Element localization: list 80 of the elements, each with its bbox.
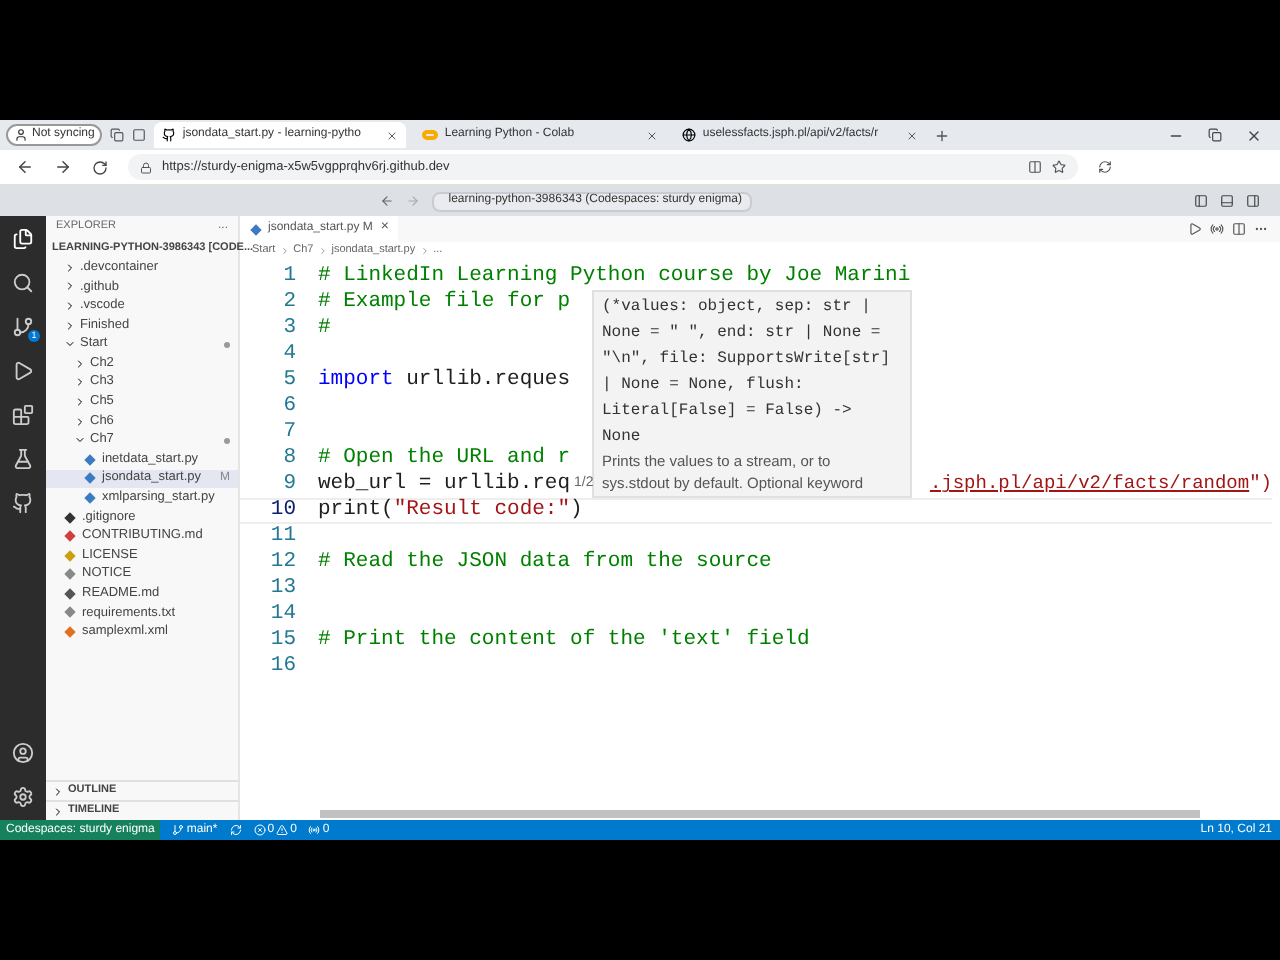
new-tab-icon[interactable] <box>934 127 951 143</box>
signature-text: None = " ", end: str | None = <box>602 322 883 346</box>
code-text: "Result code:" <box>393 495 571 526</box>
line-number: 11 <box>268 521 298 552</box>
code-text: # <box>318 313 331 344</box>
code-text: # Read the JSON data from the source <box>318 547 772 578</box>
line-number: 12 <box>268 547 298 578</box>
close-icon[interactable] <box>1246 127 1262 143</box>
panel-toggle-icon[interactable] <box>1220 194 1234 208</box>
code-text: urllib.reques <box>404 365 571 396</box>
files-icon[interactable] <box>12 228 34 250</box>
collections-icon[interactable] <box>110 128 125 142</box>
back-icon[interactable] <box>380 194 394 208</box>
code-text: import <box>318 365 394 396</box>
more-icon[interactable] <box>1254 222 1268 236</box>
line-number: 3 <box>281 313 298 344</box>
chevron-right-icon <box>279 246 290 256</box>
line-number: 15 <box>268 625 298 656</box>
error-icon <box>253 824 266 836</box>
line-number: 4 <box>281 339 298 370</box>
close-icon[interactable] <box>906 129 919 141</box>
branch-icon <box>172 824 185 836</box>
back-icon[interactable] <box>16 158 34 176</box>
close-icon[interactable] <box>386 129 399 141</box>
forward-icon[interactable] <box>54 158 72 176</box>
flask-icon[interactable] <box>12 448 34 470</box>
warning-icon <box>276 824 289 836</box>
globe-icon <box>682 128 697 142</box>
account-icon[interactable] <box>12 742 34 764</box>
line-number: 7 <box>281 417 298 448</box>
sync-icon[interactable] <box>229 824 242 836</box>
signature-text: (*values: object, sep: str | <box>602 296 873 320</box>
diamond-file-icon <box>64 511 78 524</box>
line-number: 10 <box>268 495 298 526</box>
signature-text: "\n", file: SupportsWrite[str] <box>602 348 893 372</box>
line-number: 2 <box>281 287 298 318</box>
tab-actions-icon[interactable] <box>132 128 147 142</box>
code-text: print( <box>318 495 394 526</box>
line-number: 1 <box>281 261 298 292</box>
signature-text: | None = None, flush: <box>602 374 806 398</box>
code-text: # Example file for p <box>318 287 571 318</box>
line-number: 14 <box>268 599 298 630</box>
line-number: 16 <box>268 651 298 682</box>
code-text: web_url = urllib.req <box>318 469 571 498</box>
sidebar-toggle-icon[interactable] <box>1194 194 1208 208</box>
antenna-icon <box>308 824 321 836</box>
favorite-icon[interactable] <box>1052 160 1066 174</box>
branch-icon[interactable] <box>12 316 34 338</box>
line-number: 5 <box>281 365 298 396</box>
line-number: 6 <box>281 391 298 422</box>
code-text: .jsph.pl/api/v2/facts/random <box>929 470 1250 499</box>
secondary-sidebar-icon[interactable] <box>1246 194 1260 208</box>
chevron-right-icon <box>419 246 430 256</box>
lock-icon <box>140 161 152 173</box>
person-icon <box>14 128 28 142</box>
line-number: 8 <box>281 443 298 474</box>
run-debug-icon[interactable] <box>12 360 34 382</box>
reload-icon[interactable] <box>92 159 108 175</box>
restore-icon[interactable] <box>1208 128 1222 142</box>
settings-icon[interactable] <box>12 786 34 808</box>
code-text: # Print the content of the 'text' field <box>318 625 810 656</box>
horizontal-scrollbar[interactable] <box>320 810 1200 818</box>
split-editor-icon[interactable] <box>1232 222 1246 236</box>
code-text: # Open the URL and r <box>318 443 571 472</box>
extensions-icon[interactable] <box>12 404 34 426</box>
line-number: 13 <box>268 573 298 604</box>
run-icon[interactable] <box>1188 222 1202 236</box>
github-icon[interactable] <box>12 492 34 514</box>
code-text: ") <box>1249 470 1272 499</box>
signature-text: Literal[False] = False) -> <box>602 400 854 424</box>
python-file-icon <box>250 223 264 235</box>
code-text: ) <box>570 495 583 526</box>
close-icon[interactable] <box>646 129 659 141</box>
search-icon[interactable] <box>12 272 34 294</box>
code-text: # LinkedIn Learning Python course by Joe Marini <box>318 261 911 290</box>
line-number: 9 <box>281 469 298 500</box>
signature-text: None <box>602 426 643 450</box>
github-icon <box>162 128 177 142</box>
split-screen-icon[interactable] <box>1028 160 1042 174</box>
chevron-right-icon <box>317 246 328 256</box>
